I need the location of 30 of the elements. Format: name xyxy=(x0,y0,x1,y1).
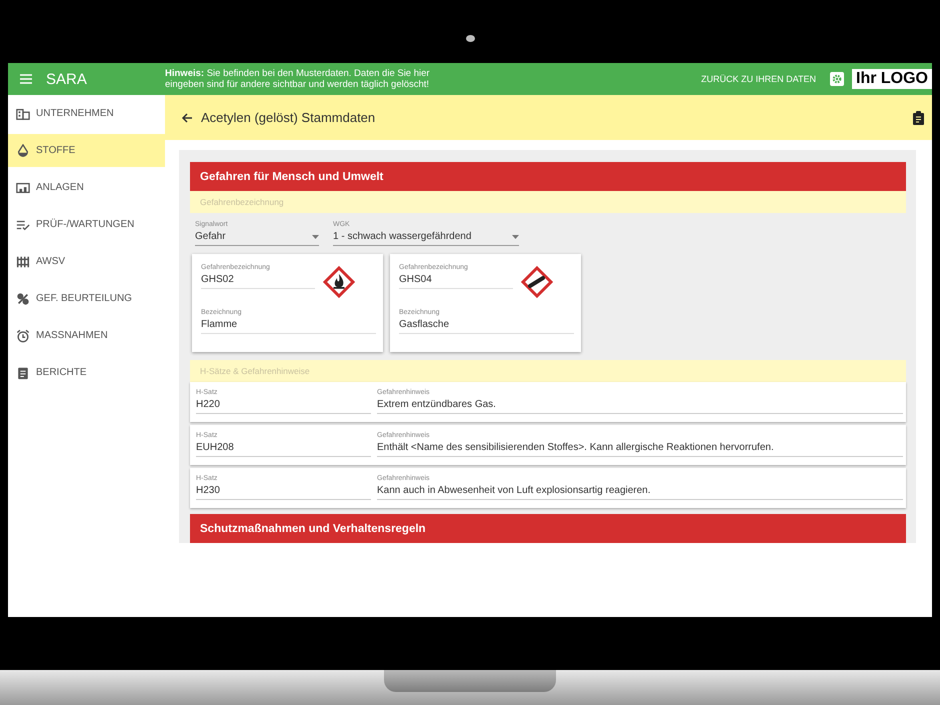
sidebar-item[interactable]: UNTERNEHMEN xyxy=(8,97,165,130)
page-title: Acetylen (gelöst) Stammdaten xyxy=(201,110,376,125)
sidebar-item[interactable]: MASSNAHMEN xyxy=(8,319,165,352)
sidebar-item[interactable]: GEF. BEURTEILUNG xyxy=(8,282,165,315)
app-name: SARA xyxy=(46,70,87,88)
menu-icon[interactable] xyxy=(20,74,32,84)
back-arrow-icon[interactable] xyxy=(181,112,193,124)
flame-icon xyxy=(320,264,356,300)
sidebar-item[interactable]: BERICHTE xyxy=(8,356,165,389)
webcam xyxy=(466,35,474,42)
building-icon xyxy=(16,106,30,120)
dropdown-caret-icon[interactable] xyxy=(512,234,519,238)
section-header: Schutzmaßnahmen und Verhaltensregeln xyxy=(190,514,906,543)
drop-icon xyxy=(16,144,30,158)
sidebar-item[interactable]: AWSV xyxy=(8,245,165,278)
section-header: Gefahren für Mensch und Umwelt xyxy=(190,162,906,191)
alarm-icon xyxy=(16,328,30,342)
hazard-icon xyxy=(16,292,30,306)
gas-cylinder-icon xyxy=(518,264,554,300)
settings-icon[interactable] xyxy=(830,72,844,86)
sidebar-item[interactable]: PRÜF-/WARTUNGEN xyxy=(8,208,165,241)
sidebar-item[interactable]: ANLAGEN xyxy=(8,171,165,204)
logo: Ihr LOGO xyxy=(852,69,932,89)
report-icon xyxy=(16,366,30,380)
devices-icon xyxy=(16,180,30,194)
clipboard-icon[interactable] xyxy=(913,110,924,124)
dropdown-caret-icon[interactable] xyxy=(312,234,319,238)
barrels-icon xyxy=(16,254,30,268)
notice-text: Hinweis: Sie befinden bei den Musterdaten. Daten die Sie hier eingeben sind für andere sichtbar und werden täglich gelöscht! xyxy=(165,68,430,90)
sidebar-item[interactable]: STOFFE xyxy=(8,134,165,167)
